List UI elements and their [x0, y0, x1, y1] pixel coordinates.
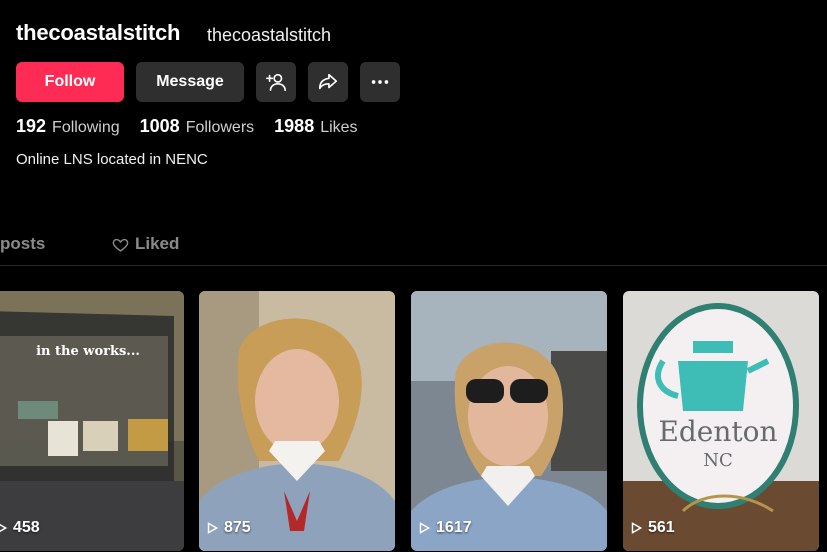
share-icon: [318, 73, 338, 90]
profile-bio: Online LNS located in NENC: [16, 151, 208, 168]
play-icon: [207, 522, 219, 534]
view-count: 458: [0, 519, 40, 537]
video-overlay-text-1: Edenton: [658, 415, 777, 448]
view-count-value: 561: [648, 519, 675, 536]
video-card[interactable]: Edenton NC 561: [623, 291, 819, 551]
video-thumbnail: [199, 291, 395, 551]
stat-following[interactable]: 192 Following: [16, 116, 120, 137]
stat-likes: 1988 Likes: [274, 116, 357, 137]
video-thumbnail: Edenton NC: [623, 291, 819, 551]
tab-posts[interactable]: posts: [0, 234, 45, 254]
play-icon: [0, 523, 8, 533]
likes-count: 1988: [274, 116, 315, 136]
followers-label: Followers: [185, 119, 255, 136]
tab-posts-label: posts: [0, 234, 46, 253]
video-card[interactable]: in the works... 458: [0, 291, 184, 551]
stat-followers[interactable]: 1008 Followers: [140, 116, 255, 137]
following-label: Following: [52, 119, 120, 136]
add-friend-button[interactable]: [256, 62, 296, 102]
video-overlay-text: in the works...: [36, 344, 140, 359]
view-count: 875: [205, 519, 251, 537]
followers-count: 1008: [139, 116, 180, 136]
follow-button[interactable]: Follow: [16, 62, 124, 102]
tab-liked[interactable]: Liked: [112, 234, 179, 254]
more-icon: [371, 80, 389, 84]
profile-nickname: thecoastalstitch: [207, 25, 332, 45]
message-button[interactable]: Message: [136, 62, 244, 102]
profile-username: thecoastalstitch: [16, 20, 181, 45]
view-count: 1617: [417, 519, 472, 537]
view-count-value: 458: [13, 519, 40, 536]
profile-stats: 192 Following 1008 Followers 1988 Likes: [16, 116, 358, 137]
video-card[interactable]: 1617: [411, 291, 607, 551]
more-options-button[interactable]: [360, 62, 400, 102]
tab-divider: [0, 265, 827, 266]
video-card[interactable]: 875: [199, 291, 395, 551]
view-count-value: 1617: [436, 519, 472, 536]
video-overlay-text-2: NC: [703, 450, 733, 471]
play-icon: [631, 522, 643, 534]
following-count: 192: [16, 116, 47, 136]
likes-label: Likes: [320, 119, 358, 136]
video-thumbnail: [411, 291, 607, 551]
heart-outline-icon: [112, 238, 129, 252]
video-thumbnail: in the works...: [0, 291, 184, 551]
tab-liked-label: Liked: [135, 234, 180, 253]
view-count: 561: [629, 519, 675, 537]
play-icon: [419, 522, 431, 534]
add-user-icon: [266, 73, 286, 92]
view-count-value: 875: [224, 519, 251, 536]
share-button[interactable]: [308, 62, 348, 102]
